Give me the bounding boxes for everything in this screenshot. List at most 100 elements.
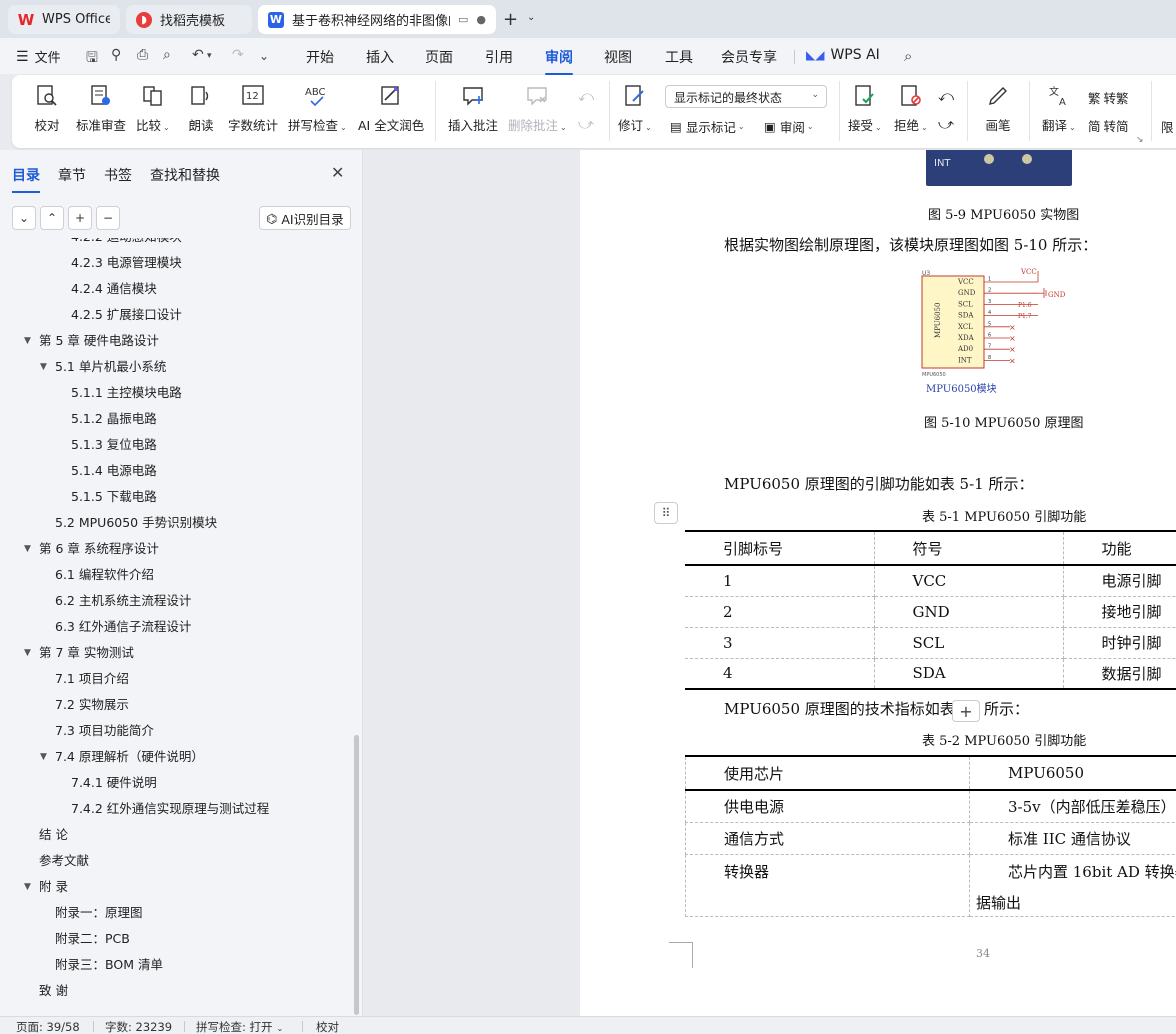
toc-item[interactable]: 4.2.4 通信模块 [71,276,157,302]
accept-button[interactable]: 接受 ⌄ [848,83,882,134]
status-proofread[interactable]: 校对 [316,1019,339,1034]
search-icon[interactable]: ⌕ [904,47,912,65]
previous-change-icon[interactable]: ⤺ [938,87,954,105]
status-word-count[interactable]: 字数: 23239 [105,1019,172,1034]
unsaved-dot-icon[interactable]: ● [476,13,486,26]
toc-item[interactable]: 第 6 章 系统程序设计 [39,536,159,562]
toc-item[interactable]: 5.1.2 晶振电路 [71,406,157,432]
toc-item[interactable]: 5.1 单片机最小系统 [55,354,166,380]
toc-collapse-arrow-icon[interactable]: ▼ [24,648,31,658]
toc-item[interactable]: 结 论 [39,822,68,848]
proofread-button[interactable]: 校对 [34,83,60,134]
toc-item[interactable]: 7.4.2 红外通信实现原理与测试过程 [71,796,269,822]
table-move-handle[interactable]: ⠿ [654,502,678,524]
toc-item[interactable]: 附录三：BOM 清单 [55,952,163,978]
toc-item[interactable]: 7.4 原理解析（硬件说明） [55,744,204,770]
print-preview-icon[interactable]: ⌕ [163,47,171,63]
standard-review-button[interactable]: 标准审查 [76,83,126,134]
nav-tab-chapters[interactable]: 章节 [58,165,86,185]
collapse-all-button[interactable]: ⌃ [40,206,64,230]
menu-insert[interactable]: 插入 [366,47,394,67]
wps-ai-button[interactable]: ◣◢ WPS AI [806,47,880,63]
toc-item[interactable]: 4.2.3 电源管理模块 [71,250,182,276]
toc-collapse-arrow-icon[interactable]: ▼ [24,336,31,346]
undo-dropdown-icon[interactable]: ▾ [207,51,212,61]
toc-item[interactable]: 附录二：PCB [55,926,130,952]
reject-button[interactable]: 拒绝 ⌄ [894,83,928,134]
toc-item[interactable]: 6.2 主机系统主流程设计 [55,588,191,614]
markup-state-dropdown[interactable]: 显示标记的最终状态 ⌄ [665,85,827,108]
toc-item[interactable]: 附 录 [39,874,68,900]
tab-wps-office[interactable]: W WPS Office [8,5,120,34]
track-changes-button[interactable]: 修订 ⌄ [618,83,652,134]
next-comment-icon[interactable]: ⤻ [578,115,594,133]
menu-references[interactable]: 引用 [485,47,513,67]
review-pane-button[interactable]: ▣ 审阅 ⌄ [764,117,814,136]
toc-item[interactable]: 5.1.4 电源电路 [71,458,157,484]
insert-comment-button[interactable]: 插入批注 [448,83,498,134]
file-menu-button[interactable]: ☰ 文件 [16,47,61,67]
status-spell-check[interactable]: 拼写检查: 打开 ⌄ [196,1019,283,1034]
toc-item[interactable]: 参考文献 [39,848,89,874]
remove-heading-button[interactable]: − [96,206,120,230]
menu-tools[interactable]: 工具 [665,47,693,67]
toc-item[interactable]: 6.1 编程软件介绍 [55,562,154,588]
to-simplified-button[interactable]: 简 转简 [1088,116,1129,135]
toc-item[interactable]: 5.1.5 下载电路 [71,484,157,510]
toc-item[interactable]: 附录一：原理图 [55,900,143,926]
new-tab-plus-icon[interactable]: + [503,9,518,30]
read-aloud-button[interactable]: 朗读 [188,83,214,134]
translate-button[interactable]: 文A 翻译 ⌄ [1042,83,1076,134]
undo-icon[interactable]: ↶ [192,47,204,63]
toc-item[interactable]: 5.1.3 复位电路 [71,432,157,458]
toc-item[interactable]: 致 谢 [39,978,68,1004]
toc-item[interactable]: 4.2.2 运动感知模块 [71,238,182,250]
ribbon-expand-icon[interactable]: ↘ [1136,135,1144,145]
menu-view[interactable]: 视图 [604,47,632,67]
menu-page[interactable]: 页面 [425,47,453,67]
toc-item[interactable]: 7.1 项目介绍 [55,666,129,692]
delete-comment-button[interactable]: 删除批注 ⌄ [508,83,567,134]
toc-item[interactable]: 第 5 章 硬件电路设计 [39,328,159,354]
link-icon[interactable]: ⚲ [111,47,121,63]
menu-review[interactable]: 审阅 [545,47,573,75]
spell-check-button[interactable]: ABC 拼写检查 ⌄ [288,83,347,134]
add-table-row-button[interactable]: + [952,700,980,722]
toc-item[interactable]: 7.4.1 硬件说明 [71,770,157,796]
toc-item[interactable]: 第 7 章 实物测试 [39,640,134,666]
nav-tab-toc[interactable]: 目录 [12,165,40,193]
toc-collapse-arrow-icon[interactable]: ▼ [24,882,31,892]
close-icon[interactable]: ✕ [331,163,344,182]
next-change-icon[interactable]: ⤻ [938,115,954,133]
add-heading-button[interactable]: + [68,206,92,230]
toc-item[interactable]: 4.2.5 扩展接口设计 [71,302,182,328]
word-count-button[interactable]: 12 字数统计 [228,83,278,134]
save-icon[interactable]: 🖫 [86,47,98,71]
ai-toc-button[interactable]: ⌬ AI识别目录 [259,206,351,230]
menu-home[interactable]: 开始 [306,47,334,67]
chevron-down-icon[interactable]: ⌄ [527,12,535,23]
tab-document[interactable]: W 基于卷积神经网络的非图像的 ▭ ● [258,5,496,34]
status-page[interactable]: 页面: 39/58 [16,1019,80,1034]
expand-all-button[interactable]: ⌄ [12,206,36,230]
to-traditional-button[interactable]: 繁 转繁 [1088,88,1129,107]
toc-item[interactable]: 5.2 MPU6050 手势识别模块 [55,510,217,536]
toc-collapse-arrow-icon[interactable]: ▼ [40,362,47,372]
nav-tab-bookmarks[interactable]: 书签 [104,165,132,185]
toc-item[interactable]: 7.2 实物展示 [55,692,129,718]
menu-member[interactable]: 会员专享 [721,47,777,67]
print-icon[interactable]: ⎙ [137,47,148,63]
show-markup-button[interactable]: ▤ 显示标记 ⌄ [670,117,745,136]
document-page[interactable]: INT 图 5-9 MPU6050 实物图 根据实物图绘制原理图，该模块原理图如… [580,150,1176,1016]
ai-polish-button[interactable]: AI 全文润色 [358,83,424,134]
pen-button[interactable]: 画笔 [985,83,1011,134]
restrict-button[interactable]: 限 [1161,117,1174,136]
previous-comment-icon[interactable]: ⤺ [578,87,594,105]
toc-collapse-arrow-icon[interactable]: ▼ [40,752,47,762]
compare-button[interactable]: 比较 ⌄ [136,83,170,134]
nav-tab-find-replace[interactable]: 查找和替换 [150,165,220,185]
toc-item[interactable]: 7.3 项目功能简介 [55,718,154,744]
toc-collapse-arrow-icon[interactable]: ▼ [24,544,31,554]
more-quick-access-icon[interactable]: ⌄ [259,49,269,63]
toc-item[interactable]: 5.1.1 主控模块电路 [71,380,182,406]
